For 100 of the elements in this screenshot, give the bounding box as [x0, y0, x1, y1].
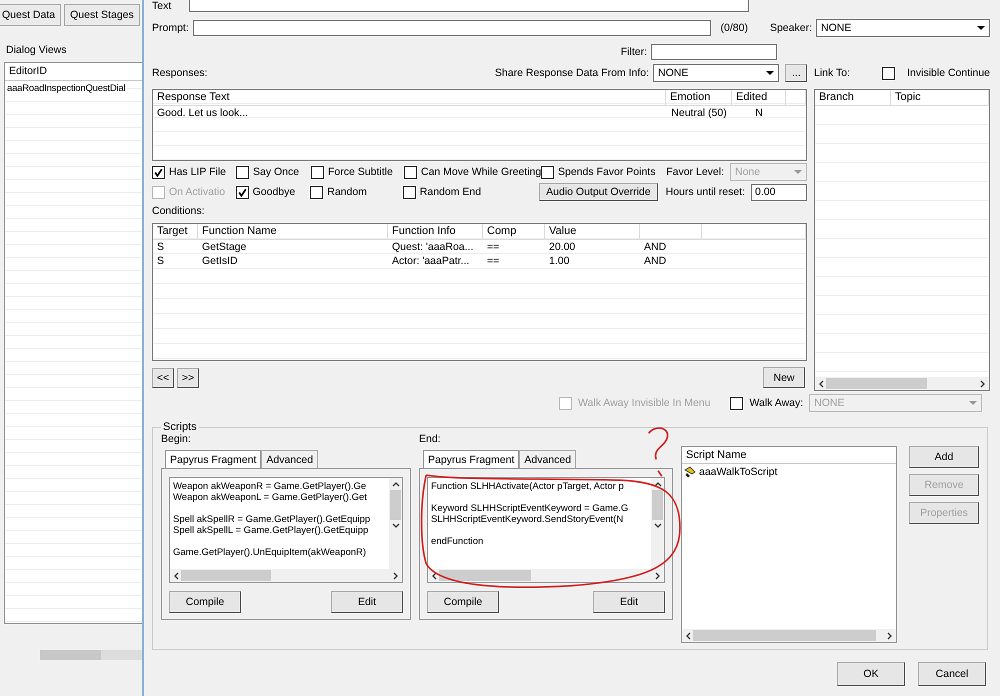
- scroll-up-icon[interactable]: [654, 481, 662, 487]
- checkbox[interactable]: [236, 166, 249, 178]
- column-header[interactable]: Edited: [732, 90, 786, 105]
- checkbox-label: Can Move While Greeting: [421, 166, 542, 178]
- column-header[interactable]: Function Info: [388, 224, 483, 239]
- dialog-button[interactable]: OK: [837, 662, 905, 686]
- scroll-left-icon[interactable]: [818, 380, 824, 388]
- code-line: Weapon akWeaponL = Game.GetPlayer().Get: [173, 492, 368, 503]
- list-item[interactable]: aaaRoadInspectionQuestDial: [5, 81, 128, 96]
- table-cell-text: 1.00: [548, 254, 570, 268]
- column-header[interactable]: Target: [153, 224, 198, 239]
- column-header[interactable]: Script Name: [682, 447, 896, 464]
- table-cell-text: Actor: 'aaaPatr...: [391, 254, 470, 268]
- field-label: Text: [152, 0, 172, 12]
- share-dropdown[interactable]: NONE: [653, 64, 779, 82]
- dropdown-arrow-icon: [977, 26, 985, 30]
- script-button[interactable]: Compile: [169, 591, 241, 613]
- column-header[interactable]: Topic: [891, 90, 989, 105]
- browse-button[interactable]: ...: [785, 64, 807, 82]
- tab[interactable]: Advanced: [519, 450, 576, 468]
- scrollbar[interactable]: [428, 569, 664, 582]
- scroll-down-icon[interactable]: [654, 523, 662, 529]
- scrollbar[interactable]: [682, 629, 896, 642]
- field-label: Filter:: [620, 46, 647, 58]
- scrollbar[interactable]: [651, 478, 664, 569]
- checkbox-label: Walk Away Invisible In Menu: [578, 397, 710, 409]
- checkbox-label: Random: [327, 186, 367, 198]
- code-editor[interactable]: Function SLHHActivate(Actor pTarget, Actor p Keyword SLHHScriptEventKeyword = Game.G SLHHScriptEventKeyword.SendStoryEvent(N endFunction: [427, 477, 665, 583]
- column-header[interactable]: Function Name: [198, 224, 388, 239]
- checkbox[interactable]: [541, 166, 554, 178]
- script-action-button[interactable]: Add: [909, 446, 979, 468]
- checkbox[interactable]: [310, 186, 324, 198]
- checkbox-label: Say Once: [253, 166, 300, 178]
- column-header[interactable]: Emotion: [666, 90, 732, 105]
- table-cell-text: GetStage: [201, 240, 248, 254]
- column-header[interactable]: Response Text: [153, 90, 666, 105]
- checkbox[interactable]: [402, 186, 416, 198]
- scrollbar[interactable]: [170, 569, 402, 582]
- checkbox-label: Has LIP File: [169, 166, 226, 178]
- tab[interactable]: Papyrus Fragment: [165, 450, 262, 468]
- speaker-dropdown[interactable]: NONE: [816, 19, 990, 37]
- code-line: Spell akSpellR = Game.GetPlayer().GetEquipp: [173, 514, 372, 525]
- scroll-right-icon[interactable]: [887, 632, 893, 640]
- hours-field[interactable]: 0.00: [751, 184, 807, 200]
- prompt-field[interactable]: [192, 20, 711, 36]
- filter-field[interactable]: [651, 44, 777, 60]
- field-label: Speaker:: [770, 22, 812, 34]
- checkbox[interactable]: [882, 66, 896, 80]
- dropdown-arrow-icon: [766, 71, 774, 75]
- scroll-right-icon[interactable]: [393, 572, 399, 580]
- table-cell-text: S: [156, 240, 166, 254]
- code-editor[interactable]: [169, 477, 403, 583]
- list-item[interactable]: aaaWalkToScript: [682, 464, 896, 480]
- section-label: Conditions:: [152, 205, 206, 217]
- script-button[interactable]: Edit: [593, 591, 665, 613]
- checkbox[interactable]: [404, 166, 417, 178]
- column-header[interactable]: Branch: [815, 90, 891, 105]
- checkbox[interactable]: [152, 166, 165, 178]
- scroll-left-icon[interactable]: [685, 632, 691, 640]
- field-label: Share Response Data From Info:: [494, 67, 649, 79]
- checkbox-label: Force Subtitle: [328, 166, 393, 178]
- nav-button[interactable]: >>: [177, 368, 199, 388]
- table-cell-text: AND: [643, 254, 668, 268]
- table-cell-text: ==: [486, 240, 500, 254]
- scrollbar[interactable]: [389, 478, 402, 569]
- text-field[interactable]: [189, 0, 750, 12]
- code-line: Game.GetPlayer().UnEquipItem(akWeaponR): [173, 547, 368, 558]
- section-label: Begin:: [161, 433, 192, 445]
- table-cell-text: 20.00: [548, 240, 576, 254]
- column-header[interactable]: EditorID: [9, 65, 47, 77]
- scroll-right-icon[interactable]: [655, 572, 661, 580]
- checkbox[interactable]: [311, 166, 324, 178]
- scroll-right-icon[interactable]: [980, 380, 986, 388]
- tab[interactable]: Advanced: [261, 450, 318, 468]
- script-button[interactable]: Compile: [427, 591, 499, 613]
- scroll-left-icon[interactable]: [173, 572, 179, 580]
- group-title: Scripts: [162, 421, 198, 433]
- table-cell-text: S: [156, 254, 166, 268]
- column-header[interactable]: Value: [545, 224, 640, 239]
- tab[interactable]: Quest Data: [0, 4, 62, 26]
- new-button[interactable]: New: [763, 367, 805, 388]
- scroll-down-icon[interactable]: [392, 523, 400, 529]
- nav-button[interactable]: <<: [152, 368, 174, 388]
- scroll-left-icon[interactable]: [431, 572, 437, 580]
- tab[interactable]: Quest Stages: [64, 4, 140, 26]
- code-line: Weapon akWeaponR = Game.GetPlayer().Ge: [173, 481, 368, 492]
- checkbox-label: Random End: [420, 186, 482, 198]
- table-cell-text: ==: [486, 254, 500, 268]
- checkbox[interactable]: [236, 186, 249, 198]
- checkbox-label: Invisible Continue: [907, 67, 990, 79]
- code-line: Keyword SLHHScriptEventKeyword = Game.G: [431, 503, 630, 514]
- audio-output-override-button[interactable]: Audio Output Override: [539, 183, 658, 201]
- scrollbar[interactable]: [40, 650, 142, 660]
- checkbox-label: On Activatio: [169, 186, 226, 198]
- tab[interactable]: Papyrus Fragment: [423, 450, 520, 468]
- script-button[interactable]: Edit: [331, 591, 403, 613]
- scrollbar[interactable]: [815, 377, 989, 390]
- column-header[interactable]: Comp: [483, 224, 545, 239]
- dialog-button[interactable]: Cancel: [918, 662, 986, 686]
- scroll-up-icon[interactable]: [392, 481, 400, 487]
